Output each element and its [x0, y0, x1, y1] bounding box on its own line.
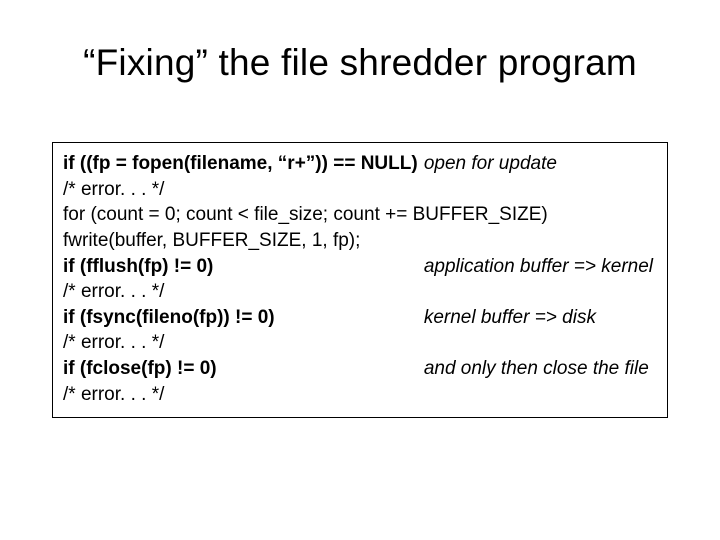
code-line: if (fclose(fp) != 0) and only then close… [63, 356, 657, 382]
code-text: if ((fp = fopen(filename, “r+”)) == NULL… [63, 151, 424, 177]
code-line: /* error. . . */ [63, 382, 657, 408]
code-line: /* error. . . */ [63, 279, 657, 305]
code-line: fwrite(buffer, BUFFER_SIZE, 1, fp); [63, 228, 657, 254]
code-box: if ((fp = fopen(filename, “r+”)) == NULL… [52, 142, 668, 418]
code-text: /* error. . . */ [63, 279, 657, 305]
annotation: kernel buffer => disk [424, 305, 657, 331]
code-text: if (fflush(fp) != 0) [63, 254, 424, 280]
code-text: if (fclose(fp) != 0) [63, 356, 424, 382]
code-text: /* error. . . */ [63, 382, 657, 408]
code-line: if ((fp = fopen(filename, “r+”)) == NULL… [63, 151, 657, 177]
code-text: if (fsync(fileno(fp)) != 0) [63, 305, 424, 331]
code-line: if (fflush(fp) != 0) application buffer … [63, 254, 657, 280]
slide: “Fixing” the file shredder program if ((… [0, 0, 720, 540]
code-line: /* error. . . */ [63, 177, 657, 203]
code-line: /* error. . . */ [63, 330, 657, 356]
code-text: for (count = 0; count < file_size; count… [63, 202, 657, 228]
code-line: for (count = 0; count < file_size; count… [63, 202, 657, 228]
annotation: open for update [424, 151, 657, 177]
code-text: /* error. . . */ [63, 330, 657, 356]
annotation: and only then close the file [424, 356, 657, 382]
code-line: if (fsync(fileno(fp)) != 0) kernel buffe… [63, 305, 657, 331]
code-text: /* error. . . */ [63, 177, 657, 203]
code-table: if ((fp = fopen(filename, “r+”)) == NULL… [63, 151, 657, 407]
code-text: fwrite(buffer, BUFFER_SIZE, 1, fp); [63, 228, 657, 254]
annotation: application buffer => kernel [424, 254, 657, 280]
slide-title: “Fixing” the file shredder program [0, 42, 720, 84]
